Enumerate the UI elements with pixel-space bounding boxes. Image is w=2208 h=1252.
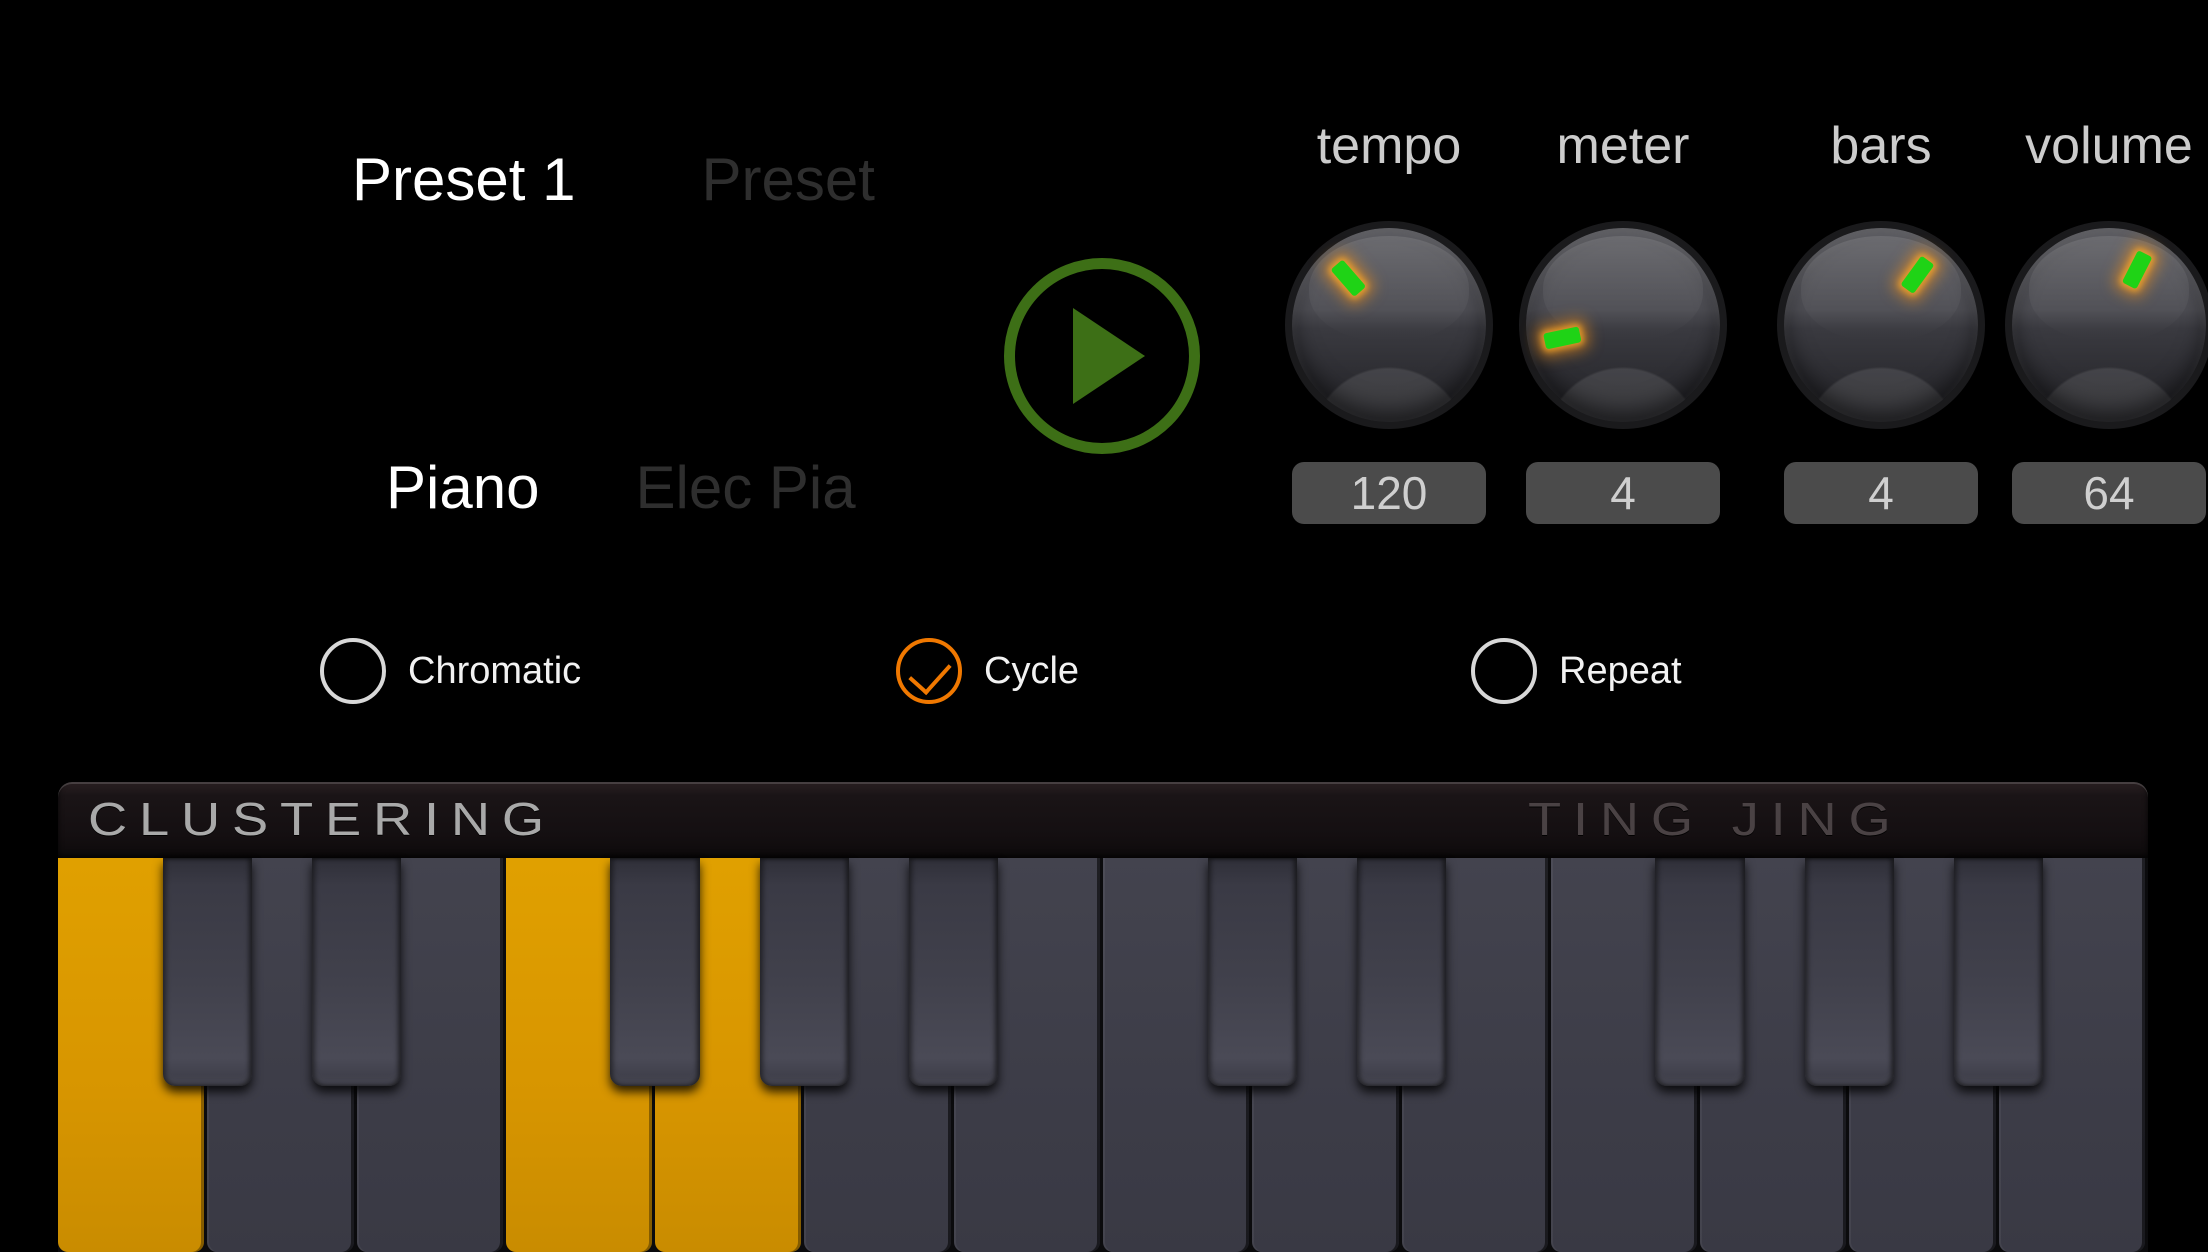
checkbox-ring-chromatic[interactable]: [320, 638, 386, 704]
knob-group-meter[interactable]: meter 4: [1526, 120, 1720, 524]
checkbox-label-repeat: Repeat: [1559, 649, 1682, 692]
knob-gloss: [2029, 235, 2189, 341]
black-key[interactable]: [1953, 858, 2044, 1086]
piano-keyboard[interactable]: CLUSTERING TING JING: [58, 782, 2148, 1252]
knob-bars[interactable]: [1784, 228, 1978, 422]
knob-label-bars: bars: [1830, 117, 1932, 175]
checkbox-cycle[interactable]: Cycle: [896, 638, 1079, 704]
app-root: Preset 1 Preset tempo 120 meter 4 bars 4…: [0, 0, 2208, 1252]
black-key[interactable]: [1655, 858, 1745, 1086]
knob-gloss: [1309, 235, 1469, 341]
keyboard-header-bar: CLUSTERING TING JING: [58, 782, 2148, 858]
black-key[interactable]: [908, 858, 999, 1086]
knob-indicator-tempo: [1330, 259, 1367, 298]
preset-picker-clip: Preset 1 Preset: [0, 150, 880, 260]
knob-label-meter: meter: [1556, 117, 1690, 175]
play-triangle-icon: [1073, 308, 1145, 404]
black-key[interactable]: [162, 858, 253, 1086]
knob-indicator-bars: [1900, 255, 1935, 295]
checkbox-ring-repeat[interactable]: [1471, 638, 1537, 704]
black-key[interactable]: [1207, 858, 1298, 1086]
knob-value-meter[interactable]: 4: [1526, 462, 1720, 524]
checkmark-icon: [908, 650, 952, 696]
preset-picker[interactable]: Preset 1 Preset: [352, 150, 875, 210]
knob-tempo[interactable]: [1292, 228, 1486, 422]
instrument-picker-clip: Piano Elec Pia: [0, 458, 880, 568]
preset-option-next[interactable]: Preset: [701, 150, 874, 210]
knob-value-volume[interactable]: 64: [2012, 462, 2206, 524]
checkbox-ring-cycle[interactable]: [896, 638, 962, 704]
keyboard-brand-right: TING JING: [1528, 793, 1903, 845]
knob-value-tempo[interactable]: 120: [1292, 462, 1486, 524]
knob-indicator-volume: [2121, 250, 2153, 290]
black-key[interactable]: [610, 858, 700, 1086]
checkbox-chromatic[interactable]: Chromatic: [320, 638, 581, 704]
instrument-picker[interactable]: Piano Elec Pia: [386, 458, 856, 518]
checkbox-repeat[interactable]: Repeat: [1471, 638, 1682, 704]
knob-gloss: [1543, 235, 1703, 341]
knob-meter[interactable]: [1526, 228, 1720, 422]
instrument-option-next[interactable]: Elec Pia: [635, 458, 855, 518]
black-key[interactable]: [1356, 858, 1447, 1086]
knob-indicator-meter: [1543, 326, 1582, 350]
black-key[interactable]: [759, 858, 850, 1086]
knob-group-volume[interactable]: volume 64: [2012, 120, 2206, 524]
checkbox-label-cycle: Cycle: [984, 649, 1080, 692]
knob-label-tempo: tempo: [1316, 117, 1462, 175]
black-key[interactable]: [1804, 858, 1895, 1086]
keyboard-brand-left: CLUSTERING: [88, 793, 556, 845]
play-button[interactable]: [1004, 258, 1200, 454]
knob-volume[interactable]: [2012, 228, 2206, 422]
knob-group-bars[interactable]: bars 4: [1784, 120, 1978, 524]
keyboard-keys[interactable]: [58, 858, 2148, 1252]
knob-label-volume: volume: [2025, 117, 2193, 175]
checkbox-label-chromatic: Chromatic: [408, 649, 582, 692]
instrument-option-selected[interactable]: Piano: [386, 458, 539, 518]
black-key[interactable]: [311, 858, 402, 1086]
knob-value-bars[interactable]: 4: [1784, 462, 1978, 524]
preset-option-selected[interactable]: Preset 1: [352, 150, 575, 210]
knob-group-tempo[interactable]: tempo 120: [1292, 120, 1486, 524]
knob-gloss: [1801, 235, 1961, 341]
